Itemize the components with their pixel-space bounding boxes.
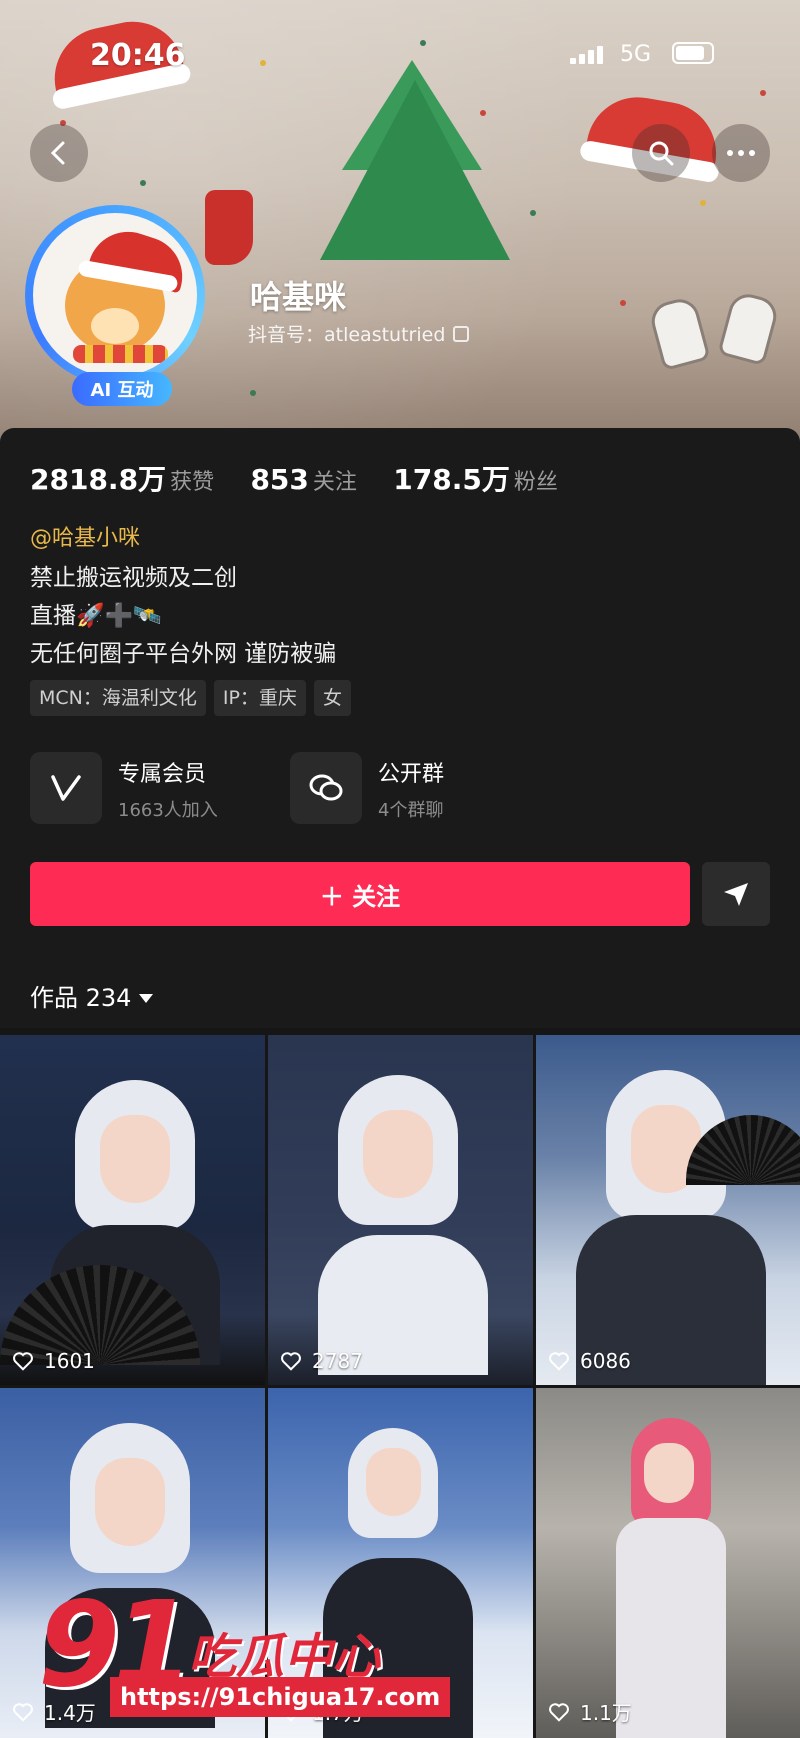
- feature-title: 专属会员: [118, 762, 207, 787]
- video-likes: 1601: [12, 1349, 95, 1373]
- vip-icon: [30, 752, 102, 824]
- signal-icon: [570, 44, 606, 64]
- search-button[interactable]: [632, 124, 690, 182]
- mitten-decoration: [647, 294, 711, 372]
- mitten-decoration: [717, 289, 781, 367]
- stocking-decoration: [205, 190, 253, 265]
- tag-ip: IP：重庆: [213, 680, 306, 716]
- feature-subtitle: 1663人加入: [118, 800, 218, 821]
- stat-likes[interactable]: 2818.8万 获赞: [30, 463, 244, 496]
- network-type: 5G: [620, 42, 652, 67]
- feature-title: 公开群: [378, 762, 445, 787]
- stat-followers[interactable]: 178.5万 粉丝: [393, 463, 588, 496]
- video-tile[interactable]: 1.1万: [536, 1388, 800, 1738]
- tab-works[interactable]: 作品 234: [30, 978, 154, 1013]
- feature-subtitle: 4个群聊: [378, 800, 444, 821]
- tag-mcn: MCN：海温利文化: [30, 680, 206, 716]
- tab-works-label: 作品 234: [30, 984, 132, 1012]
- heart-icon: [13, 1352, 33, 1371]
- profile-nickname: 哈基咪: [250, 278, 347, 316]
- chevron-left-icon: [50, 141, 65, 165]
- douyin-id[interactable]: 抖音号：atleastutried: [248, 320, 470, 347]
- heart-icon: [549, 1352, 569, 1371]
- status-time: 20:46: [90, 38, 186, 73]
- group-chat-icon: [290, 752, 362, 824]
- watermark: 91 吃瓜中心 https://91chigua17.com: [38, 1575, 451, 1725]
- video-likes: 2787: [280, 1349, 363, 1373]
- send-icon: [724, 883, 748, 906]
- stat-following[interactable]: 853 关注: [250, 463, 386, 496]
- follow-button[interactable]: ＋ 关注: [30, 862, 690, 926]
- ai-interaction-badge[interactable]: AI 互动: [72, 372, 172, 406]
- profile-page: 20:46 5G AI 互动 哈基咪 抖音号：atleastutried 281…: [0, 0, 800, 1738]
- copy-icon[interactable]: [453, 326, 470, 342]
- back-button[interactable]: [30, 124, 88, 182]
- profile-tags: MCN：海温利文化 IP：重庆女: [30, 680, 359, 718]
- search-icon: [649, 141, 674, 166]
- more-button[interactable]: [712, 124, 770, 182]
- douyin-id-text: 抖音号：atleastutried: [248, 324, 446, 346]
- group-chat-feature[interactable]: 公开群 4个群聊: [290, 752, 530, 827]
- battery-icon: [672, 42, 714, 64]
- heart-icon: [281, 1352, 301, 1371]
- more-icon: [727, 150, 755, 156]
- member-feature[interactable]: 专属会员 1663人加入: [30, 752, 270, 827]
- video-tile[interactable]: 2787: [268, 1035, 533, 1385]
- tag-gender: 女: [313, 680, 351, 716]
- video-likes: 1.1万: [548, 1697, 632, 1726]
- caret-down-icon: [139, 994, 154, 1003]
- heart-icon: [13, 1702, 33, 1722]
- share-button[interactable]: [702, 862, 770, 926]
- video-tile[interactable]: 6086: [536, 1035, 800, 1385]
- bio-line: 直播🚀➕🛰️: [30, 603, 162, 629]
- heart-icon: [549, 1702, 569, 1722]
- video-likes: 6086: [548, 1349, 631, 1373]
- bio-line: 禁止搬运视频及二创: [30, 565, 237, 591]
- bio-handle-link[interactable]: @哈基小咪: [30, 520, 140, 552]
- watermark-url: https://91chigua17.com: [110, 1677, 451, 1717]
- profile-info-panel: [0, 428, 800, 1028]
- christmas-tree-decoration: [320, 80, 510, 260]
- avatar[interactable]: [33, 213, 197, 377]
- bio-line: 无任何圈子平台外网 谨防被骗: [30, 641, 337, 667]
- profile-stats: 2818.8万 获赞 853 关注 178.5万 粉丝: [30, 458, 588, 498]
- video-tile[interactable]: 1601: [0, 1035, 265, 1385]
- status-bar: 20:46 5G: [0, 30, 800, 73]
